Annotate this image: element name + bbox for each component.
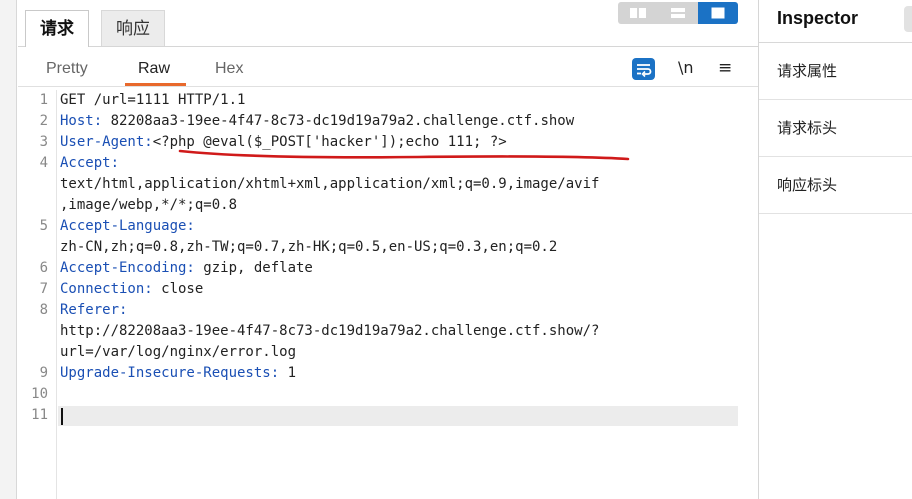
inspector-request-headers[interactable]: 请求标头	[759, 101, 912, 157]
left-panel-strip	[0, 0, 17, 499]
header-name: User-Agent:	[60, 134, 153, 150]
header-value: 1	[279, 365, 297, 381]
header-value-continuation: zh-CN,zh;q=0.8,zh-TW;q=0.7,zh-HK;q=0.5,e…	[60, 239, 558, 255]
line-number: 3	[39, 134, 48, 150]
layout-side-by-side-button[interactable]	[618, 2, 658, 24]
show-newlines-icon[interactable]: \n	[678, 58, 694, 77]
active-tab-underline	[125, 83, 186, 86]
layout-stacked-button[interactable]	[658, 2, 698, 24]
current-line-highlight	[58, 406, 738, 426]
line-number: 2	[39, 113, 48, 129]
line-number: 8	[39, 302, 48, 318]
inspector-request-attributes[interactable]: 请求属性	[759, 44, 912, 100]
single-pane-icon	[711, 7, 725, 19]
header-value-continuation: http://82208aa3-19ee-4f47-8c73-dc19d19a7…	[60, 323, 600, 339]
request-panel: 请求 响应 Pretty Raw Hex \n ≡ 1 2 3 4 5 6 7 …	[18, 0, 758, 499]
header-name: Accept:	[60, 155, 120, 171]
header-referer: Referer:	[60, 300, 127, 320]
word-wrap-icon[interactable]	[632, 58, 655, 80]
line-number: 4	[39, 155, 48, 171]
inspector-title: Inspector	[777, 8, 859, 28]
message-tabs: 请求 响应	[18, 0, 758, 47]
line-number: 9	[39, 365, 48, 381]
line-number: 11	[31, 407, 48, 423]
line-number: 10	[31, 386, 48, 402]
inspector-collapse-button[interactable]	[904, 6, 912, 32]
raw-editor[interactable]: 1 2 3 4 5 6 7 8 9 10 11 GET /url=1111 HT…	[18, 90, 758, 499]
columns-icon	[630, 8, 646, 18]
line-number: 6	[39, 260, 48, 276]
line-number: 1	[39, 92, 48, 108]
line-number: 7	[39, 281, 48, 297]
header-connection: Connection: close	[60, 279, 203, 299]
tab-hex[interactable]: Hex	[215, 60, 243, 78]
header-name: Referer:	[60, 302, 128, 318]
header-value-continuation: url=/var/log/nginx/error.log	[60, 344, 297, 360]
wrap-lines-icon	[637, 64, 652, 78]
inspector-panel: Inspector 请求属性 请求标头 响应标头	[758, 0, 912, 499]
header-name: Accept-Language:	[60, 218, 195, 234]
rows-icon	[671, 8, 685, 18]
layout-tabs-button[interactable]	[698, 2, 738, 24]
line-number-gutter: 1 2 3 4 5 6 7 8 9 10 11	[18, 90, 57, 499]
tab-raw[interactable]: Raw	[138, 60, 170, 78]
inspector-divider	[759, 42, 912, 43]
header-value-continuation: ,image/webp,*/*;q=0.8	[60, 197, 238, 213]
header-name: Host:	[60, 113, 103, 129]
tab-request[interactable]: 请求	[25, 10, 89, 47]
header-accept-language: Accept-Language:	[60, 216, 195, 236]
header-name: Connection:	[60, 281, 153, 297]
header-name: Accept-Encoding:	[60, 260, 195, 276]
header-accept: Accept:	[60, 153, 119, 173]
line-number: 5	[39, 218, 48, 234]
header-value: close	[152, 281, 204, 297]
layout-toggle	[618, 2, 738, 24]
request-line: GET /url=1111 HTTP/1.1	[60, 92, 246, 108]
view-mode-tabs: Pretty Raw Hex \n ≡	[18, 56, 758, 87]
tab-response[interactable]: 响应	[101, 10, 165, 46]
header-accept-encoding: Accept-Encoding: gzip, deflate	[60, 258, 313, 278]
text-cursor	[61, 408, 63, 425]
inspector-response-headers[interactable]: 响应标头	[759, 158, 912, 214]
header-name: Upgrade-Insecure-Requests:	[60, 365, 280, 381]
header-host: Host: 82208aa3-19ee-4f47-8c73-dc19d19a79…	[60, 111, 574, 131]
header-value: 82208aa3-19ee-4f47-8c73-dc19d19a79a2.cha…	[102, 113, 575, 129]
header-value-continuation: text/html,application/xhtml+xml,applicat…	[60, 176, 600, 192]
header-value: gzip, deflate	[194, 260, 313, 276]
menu-icon[interactable]: ≡	[718, 58, 732, 78]
red-underline-annotation	[178, 149, 630, 161]
tab-pretty[interactable]: Pretty	[46, 60, 88, 78]
header-upgrade-insecure-requests: Upgrade-Insecure-Requests: 1	[60, 363, 296, 383]
